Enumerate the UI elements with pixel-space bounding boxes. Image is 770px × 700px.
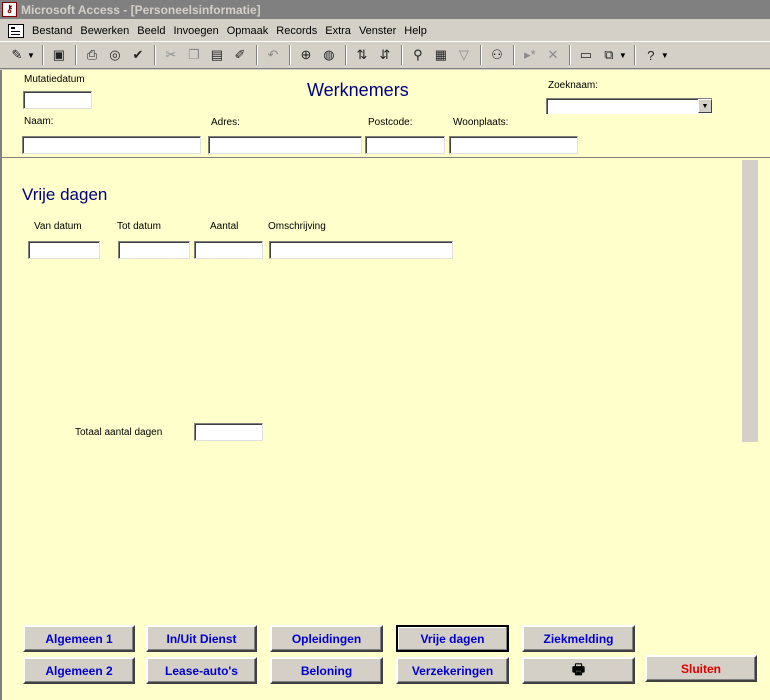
new-object-icon[interactable]: ⧉: [598, 44, 620, 66]
zoeknaam-label: Zoeknaam:: [548, 80, 599, 91]
spelling-icon[interactable]: ✔: [127, 44, 149, 66]
toolbar-separator: [344, 45, 347, 65]
apply-filter-icon[interactable]: ▽: [453, 44, 475, 66]
print-preview-icon[interactable]: ◎: [104, 44, 126, 66]
web-toolbar-icon[interactable]: ◍: [318, 44, 340, 66]
naam-field[interactable]: [22, 136, 201, 154]
woonplaats-label: Woonplaats:: [453, 117, 509, 128]
toolbar-separator: [568, 45, 571, 65]
tot-datum-field[interactable]: [118, 241, 190, 259]
verzekeringen-button[interactable]: Verzekeringen: [396, 657, 509, 684]
toolbar-separator: [41, 45, 44, 65]
view-design-icon[interactable]: ✎: [6, 44, 28, 66]
sort-descending-icon[interactable]: ⇵: [374, 44, 396, 66]
adres-label: Adres:: [211, 117, 240, 128]
toolbar-separator: [255, 45, 258, 65]
menu-opmaak[interactable]: Opmaak: [223, 25, 273, 37]
beloning-button[interactable]: Beloning: [270, 657, 383, 684]
chevron-down-icon[interactable]: ▼: [619, 51, 627, 60]
postcode-label: Postcode:: [368, 117, 413, 128]
toolbar-separator: [479, 45, 482, 65]
paste-icon[interactable]: ▤: [206, 44, 228, 66]
print-button[interactable]: 🖶: [522, 657, 635, 684]
print-icon[interactable]: ⎙: [81, 44, 103, 66]
copy-icon[interactable]: ❐: [183, 44, 205, 66]
woonplaats-field[interactable]: [449, 136, 578, 154]
access-key-icon: ⚷: [2, 2, 17, 17]
opleidingen-button[interactable]: Opleidingen: [270, 625, 383, 652]
insert-hyperlink-icon[interactable]: ⊕: [295, 44, 317, 66]
subform-scrollbar[interactable]: [742, 160, 758, 442]
menu-records[interactable]: Records: [272, 25, 321, 37]
menu-bar: Bestand Bewerken Beeld Invoegen Opmaak R…: [0, 20, 770, 41]
tot-datum-header: Tot datum: [117, 221, 161, 232]
sluiten-button[interactable]: Sluiten: [645, 655, 757, 682]
menu-extra[interactable]: Extra: [321, 25, 355, 37]
filter-by-form-icon[interactable]: ▦: [430, 44, 452, 66]
menu-bewerken[interactable]: Bewerken: [76, 25, 133, 37]
menu-venster[interactable]: Venster: [355, 25, 400, 37]
form-title: Werknemers: [307, 80, 409, 100]
cut-icon[interactable]: ✂: [160, 44, 182, 66]
totaal-label: Totaal aantal dagen: [75, 427, 163, 438]
delete-record-icon[interactable]: ✕: [542, 44, 564, 66]
title-bar: ⚷ Microsoft Access - [Personeelsinformat…: [0, 0, 770, 19]
aantal-header: Aantal: [210, 221, 239, 232]
zoeknaam-combobox[interactable]: ▼: [546, 98, 712, 114]
help-icon[interactable]: ?: [640, 44, 662, 66]
database-window-icon[interactable]: ▭: [575, 44, 597, 66]
lease-autos-button[interactable]: Lease-auto's: [146, 657, 257, 684]
mutatiedatum-field[interactable]: [23, 91, 92, 109]
menu-help[interactable]: Help: [400, 25, 431, 37]
subform-title: Vrije dagen: [22, 185, 108, 204]
undo-icon[interactable]: ↶: [262, 44, 284, 66]
mutatiedatum-label: Mutatiedatum: [24, 74, 85, 85]
chevron-down-icon[interactable]: ▼: [27, 51, 35, 60]
employee-form: Mutatiedatum Werknemers Zoeknaam: ▼ Naam…: [0, 70, 770, 700]
form-menu-icon[interactable]: [8, 23, 24, 38]
van-datum-field[interactable]: [28, 241, 100, 259]
naam-label: Naam:: [24, 116, 54, 127]
new-record-icon[interactable]: ▸*: [519, 44, 541, 66]
chevron-down-icon[interactable]: ▼: [661, 51, 669, 60]
save-icon[interactable]: ▣: [48, 44, 70, 66]
filter-by-selection-icon[interactable]: ⚲: [407, 44, 429, 66]
menu-invoegen[interactable]: Invoegen: [169, 25, 222, 37]
algemeen-1-button[interactable]: Algemeen 1: [23, 625, 135, 652]
sort-ascending-icon[interactable]: ⇅: [351, 44, 373, 66]
totaal-field[interactable]: [194, 423, 263, 441]
toolbar-separator: [288, 45, 291, 65]
omschrijving-field[interactable]: [269, 241, 453, 259]
toolbar: ✎ ▼ ▣ ⎙ ◎ ✔ ✂ ❐ ▤ ✐ ↶ ⊕ ◍ ⇅ ⇵ ⚲ ▦ ▽ ⚇ ▸*…: [0, 41, 770, 69]
postcode-field[interactable]: [365, 136, 445, 154]
window-title: Microsoft Access - [Personeelsinformatie…: [21, 2, 261, 17]
omschrijving-header: Omschrijving: [268, 221, 326, 232]
aantal-field[interactable]: [194, 241, 263, 259]
toolbar-separator: [400, 45, 403, 65]
adres-field[interactable]: [208, 136, 362, 154]
toolbar-separator: [74, 45, 77, 65]
header-divider: [2, 157, 770, 158]
vrije-dagen-button[interactable]: Vrije dagen: [396, 625, 509, 652]
toolbar-separator: [153, 45, 156, 65]
printer-icon: 🖶: [571, 660, 586, 677]
menu-bestand[interactable]: Bestand: [28, 25, 76, 37]
van-datum-header: Van datum: [34, 221, 82, 232]
chevron-down-icon[interactable]: ▼: [698, 99, 712, 113]
toolbar-separator: [512, 45, 515, 65]
format-painter-icon[interactable]: ✐: [229, 44, 251, 66]
menu-beeld[interactable]: Beeld: [133, 25, 169, 37]
algemeen-2-button[interactable]: Algemeen 2: [23, 657, 135, 684]
find-binoculars-icon[interactable]: ⚇: [486, 44, 508, 66]
in-uit-dienst-button[interactable]: In/Uit Dienst: [146, 625, 257, 652]
ziekmelding-button[interactable]: Ziekmelding: [522, 625, 635, 652]
toolbar-separator: [633, 45, 636, 65]
